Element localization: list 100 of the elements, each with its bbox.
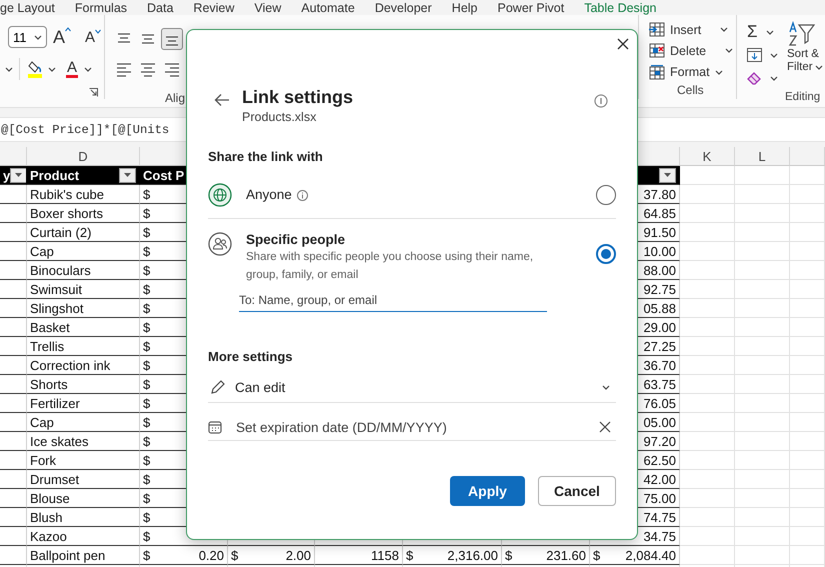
info-icon[interactable]	[296, 190, 308, 200]
product-name: Trellis	[30, 338, 64, 354]
grid-cell	[680, 432, 735, 451]
currency-symbol: $	[143, 434, 150, 448]
insert-button[interactable]: Insert	[649, 19, 736, 40]
cell-value: 2,084.40	[625, 548, 676, 562]
filter-button[interactable]	[10, 168, 26, 182]
align-button[interactable]	[161, 28, 183, 50]
column-header[interactable]: L	[735, 147, 790, 166]
product-name: Boxer shorts	[30, 206, 103, 220]
cell-value: 0.20	[198, 548, 224, 562]
shrink-font-button[interactable]: A	[83, 28, 104, 46]
product-name: Correction ink	[30, 358, 110, 372]
fill-down-icon	[747, 48, 762, 62]
ribbon-tab[interactable]: Developer	[374, 0, 432, 14]
ribbon-tab[interactable]: Automate	[301, 0, 355, 14]
currency-symbol: $	[143, 282, 150, 296]
ribbon-tab[interactable]: Table Design	[584, 0, 656, 14]
radio-button[interactable]	[596, 185, 616, 205]
formula-text: @[Cost Price]]*[@[Units	[1, 122, 170, 136]
grid-cell	[790, 356, 825, 375]
cell-value: 92.75	[643, 282, 676, 296]
grid-cell	[790, 508, 825, 527]
grid-cell	[790, 394, 825, 413]
grow-font-button[interactable]: A	[51, 26, 74, 48]
file-name: Products.xlsx	[242, 109, 318, 125]
ribbon-tab[interactable]: Formulas	[74, 0, 128, 14]
filter-button[interactable]	[119, 168, 136, 182]
radio-button[interactable]	[596, 244, 616, 264]
date-field[interactable]: Set expiration date (DD/MM/YYYY)	[234, 418, 584, 436]
group-label: Editing	[785, 90, 820, 105]
grid-cell	[680, 337, 735, 356]
filter-button[interactable]	[659, 168, 676, 182]
cell-value: 27.25	[643, 338, 676, 354]
grid-cell	[790, 318, 825, 337]
globe-icon	[208, 183, 232, 207]
ribbon-tab[interactable]: View	[254, 0, 282, 14]
ribbon-tab[interactable]: Review	[193, 0, 234, 14]
grid-cell	[680, 204, 735, 223]
cell-value: 231.60	[546, 548, 586, 562]
grid-cell	[680, 299, 735, 318]
ribbon-tab[interactable]: ge Layout	[0, 0, 55, 14]
chevron-down-icon	[720, 27, 728, 32]
grid-cell	[790, 223, 825, 242]
dialog-launcher[interactable]	[87, 86, 100, 99]
currency-symbol: $	[593, 548, 600, 562]
currency-symbol: $	[231, 548, 238, 562]
grid-cell	[790, 413, 825, 432]
info-icon[interactable]	[594, 94, 608, 108]
table-delete-icon	[649, 43, 665, 58]
product-name: Ballpoint pen	[30, 548, 106, 562]
grid-cell	[790, 204, 825, 223]
grid-cell	[735, 394, 790, 413]
permission-dropdown[interactable]: Can edit	[208, 372, 616, 402]
font-size-dropdown[interactable]: 11	[8, 26, 47, 48]
autosum-button[interactable]: Σ	[747, 21, 787, 43]
delete-button[interactable]: Delete	[649, 40, 736, 62]
product-name: Binoculars	[30, 262, 91, 278]
cell-value: 42.00	[643, 472, 676, 486]
grid-cell	[735, 242, 790, 261]
font-color-button[interactable]: A	[64, 58, 94, 80]
sort-filter-button[interactable]: Sort & Filter	[787, 21, 825, 89]
grid-cell	[680, 356, 735, 375]
recipient-field[interactable]: To: Name, group, or email	[239, 288, 547, 312]
close-icon	[599, 421, 611, 433]
cancel-button[interactable]: Cancel	[538, 476, 616, 506]
currency-symbol: $	[143, 472, 150, 486]
apply-button[interactable]: Apply	[450, 476, 525, 506]
grid-cell	[735, 470, 790, 489]
grid-cell	[735, 356, 790, 375]
grid-cell	[680, 527, 735, 546]
currency-symbol: $	[143, 320, 150, 334]
table-insert-icon	[649, 22, 665, 38]
currency-symbol: $	[143, 300, 150, 316]
cell-value: 2,316.00	[447, 548, 498, 562]
column-header[interactable]: D	[27, 147, 140, 166]
format-button[interactable]: Format	[649, 62, 736, 83]
product-name: Rubik's cube	[30, 186, 104, 202]
chevron-down-icon	[725, 48, 734, 54]
grid-cell	[790, 527, 825, 546]
grid-cell	[680, 318, 735, 337]
column-header[interactable]: K	[680, 147, 735, 166]
grid-cell	[790, 166, 825, 185]
currency-symbol: $	[406, 548, 414, 562]
grid-cell	[735, 489, 790, 508]
grid-cell	[680, 166, 735, 185]
ribbon-tab[interactable]: Power Pivot	[498, 0, 564, 14]
cell-value: 64.85	[643, 206, 676, 220]
cell-value: 88.00	[643, 262, 676, 278]
currency-symbol: $	[143, 414, 150, 430]
chevron-down-icon	[602, 384, 610, 390]
ribbon-tab[interactable]: Data	[147, 0, 174, 14]
grid-cell	[680, 394, 735, 413]
cell-value: 05.88	[643, 300, 676, 316]
chevron-down-icon	[84, 66, 92, 72]
chevron-down-icon	[5, 66, 13, 72]
currency-symbol: $	[143, 376, 150, 392]
dialog-title: Link settings	[242, 86, 354, 108]
chevron-down-icon	[714, 70, 723, 75]
ribbon-tab[interactable]: Help	[452, 0, 478, 14]
